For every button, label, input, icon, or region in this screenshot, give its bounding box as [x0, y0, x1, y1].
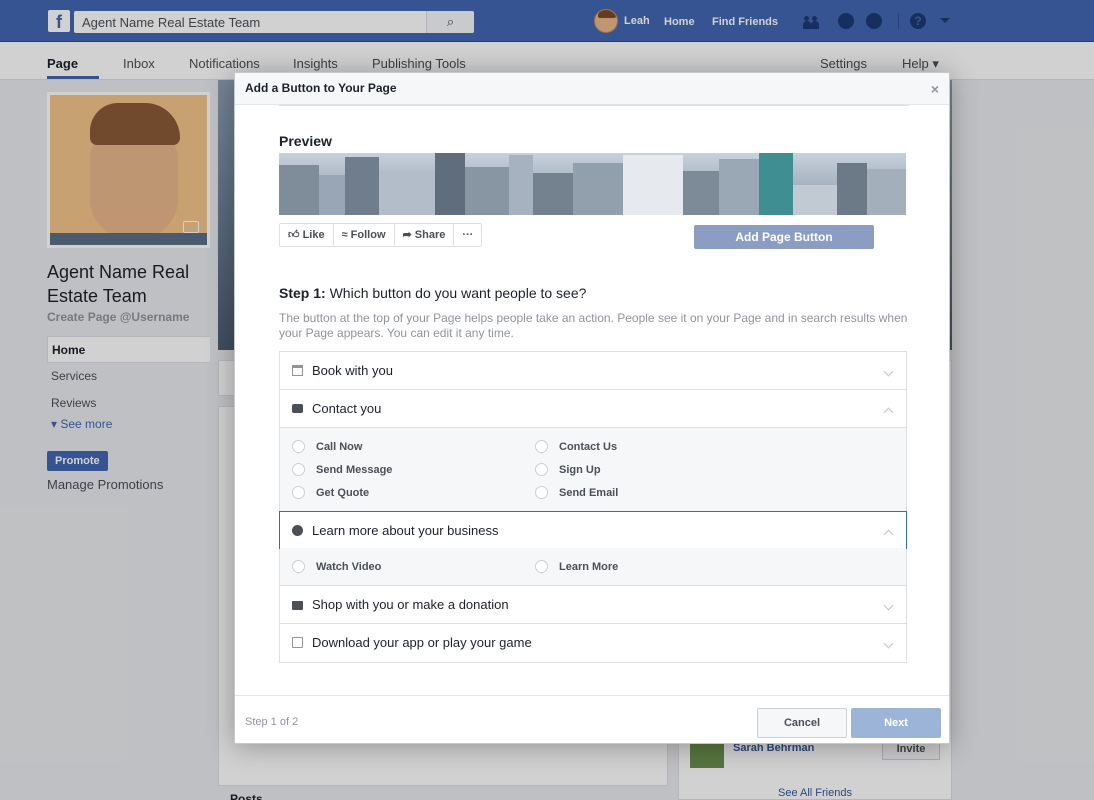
chevron-down-icon	[883, 600, 894, 611]
section-learn-more[interactable]: Learn more about your business	[279, 511, 907, 549]
dialog-footer: Step 1 of 2 Cancel Next	[235, 695, 949, 743]
option-sign-up[interactable]: Sign Up	[535, 463, 601, 477]
option-label: Send Message	[316, 464, 393, 476]
radio-button[interactable]	[535, 560, 548, 573]
divider	[279, 105, 909, 106]
radio-button[interactable]	[292, 440, 305, 453]
option-call-now[interactable]: Call Now	[292, 440, 362, 454]
learn-more-options: Watch Video Learn More	[280, 548, 906, 586]
share-button[interactable]: ➦ Share	[395, 224, 455, 246]
step-description: The button at the top of your Page helps…	[279, 311, 908, 340]
option-label: Send Email	[559, 487, 619, 499]
next-button[interactable]: Next	[851, 708, 941, 738]
option-get-quote[interactable]: Get Quote	[292, 486, 369, 500]
add-page-button-preview: Add Page Button	[694, 225, 874, 249]
chevron-up-icon	[883, 407, 894, 418]
radio-button[interactable]	[292, 463, 305, 476]
step-heading: Step 1: Which button do you want people …	[279, 285, 586, 301]
like-button[interactable]: 👍︎ Like	[280, 224, 334, 246]
radio-button[interactable]	[292, 486, 305, 499]
cover-preview-image	[279, 153, 906, 215]
share-label: Share	[414, 229, 446, 241]
radio-button[interactable]	[535, 486, 548, 499]
dialog-body: Preview 👍︎ Like ≈ Follow ➦ Share ··· Add…	[235, 105, 949, 695]
section-label: Download your app or play your game	[312, 635, 532, 650]
add-button-dialog: Add a Button to Your Page × Preview 👍︎ L…	[234, 72, 950, 744]
option-label: Learn More	[559, 561, 619, 573]
option-contact-us[interactable]: Contact Us	[535, 440, 617, 454]
step-label: Step 1:	[279, 285, 326, 301]
chevron-down-icon	[883, 638, 894, 649]
page-actions-row: 👍︎ Like ≈ Follow ➦ Share ···	[279, 223, 483, 247]
section-contact-you[interactable]: Contact you	[280, 390, 906, 428]
follow-label: Follow	[350, 229, 386, 241]
dialog-header: Add a Button to Your Page ×	[235, 73, 949, 105]
section-book-with-you[interactable]: Book with you	[280, 352, 906, 390]
option-label: Sign Up	[559, 464, 601, 476]
close-icon[interactable]: ×	[931, 81, 939, 97]
chat-icon	[292, 404, 303, 413]
radio-button[interactable]	[292, 560, 305, 573]
section-label: Learn more about your business	[312, 523, 499, 538]
dialog-title: Add a Button to Your Page	[245, 81, 397, 95]
follow-button[interactable]: ≈ Follow	[334, 224, 395, 246]
step-counter: Step 1 of 2	[245, 716, 299, 728]
option-label: Get Quote	[316, 487, 370, 499]
calendar-icon	[292, 365, 303, 376]
option-learn-more[interactable]: Learn More	[535, 560, 618, 574]
option-label: Call Now	[316, 441, 363, 453]
step-question: Which button do you want people to see?	[325, 285, 587, 301]
more-options-button[interactable]: ···	[454, 224, 481, 246]
contact-options: Call Now Contact Us Send Message Sign Up…	[280, 428, 906, 512]
section-label: Book with you	[312, 363, 393, 378]
option-send-email[interactable]: Send Email	[535, 486, 618, 500]
cancel-button[interactable]: Cancel	[757, 708, 847, 738]
option-label: Contact Us	[559, 441, 618, 453]
button-type-accordion: Book with you Contact you Call Now Conta…	[279, 351, 907, 663]
preview-heading: Preview	[279, 133, 332, 149]
section-label: Contact you	[312, 401, 382, 416]
like-label: Like	[302, 229, 325, 241]
section-download-app[interactable]: Download your app or play your game	[280, 624, 906, 662]
chevron-up-icon	[883, 529, 894, 540]
radio-button[interactable]	[535, 440, 548, 453]
section-label: Shop with you or make a donation	[312, 597, 509, 612]
download-icon	[292, 637, 303, 648]
option-watch-video[interactable]: Watch Video	[292, 560, 381, 574]
radio-button[interactable]	[535, 463, 548, 476]
option-send-message[interactable]: Send Message	[292, 463, 392, 477]
option-label: Watch Video	[316, 561, 382, 573]
info-icon	[292, 525, 303, 536]
section-shop-donate[interactable]: Shop with you or make a donation	[280, 586, 906, 624]
shopping-bag-icon	[292, 601, 303, 610]
chevron-down-icon	[883, 366, 894, 377]
